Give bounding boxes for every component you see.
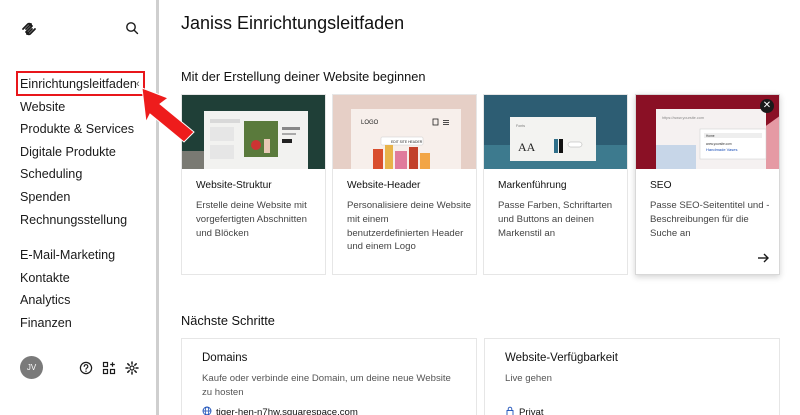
section-title-next: Nächste Schritte	[181, 313, 275, 328]
card-markenfuehrung[interactable]: Fonts AA Markenführung Passe Farben, Sch…	[483, 94, 628, 275]
help-icon[interactable]	[79, 361, 93, 375]
chevron-left-icon[interactable]: ‹	[136, 78, 140, 90]
sidebar-item-kontakte[interactable]: Kontakte	[20, 267, 150, 290]
step-card-domains[interactable]: Domains Kaufe oder verbinde eine Domain,…	[181, 338, 477, 415]
website-structure-illustration	[182, 95, 325, 169]
header-logo-text: LOGO	[361, 120, 379, 126]
sidebar: Einrichtungsleitfaden Website Produkte &…	[0, 0, 157, 415]
settings-icon[interactable]	[125, 361, 139, 375]
sidebar-item-e-mail-marketing[interactable]: E-Mail-Marketing	[20, 244, 150, 267]
sidebar-item-finanzen[interactable]: Finanzen	[20, 312, 150, 335]
step-description: Kaufe oder verbinde eine Domain, um dein…	[202, 373, 451, 398]
card-title: Markenführung	[498, 180, 567, 191]
card-seo[interactable]: https://www.yoursite.com Home www.yoursi…	[635, 94, 780, 275]
apps-icon[interactable]	[102, 361, 116, 375]
seo-illustration: https://www.yoursite.com Home www.yoursi…	[636, 95, 779, 169]
card-description: Erstelle deine Website mit vorgefertigte…	[196, 200, 307, 239]
card-description: Personalisiere deine Website mit einem b…	[347, 200, 472, 253]
sidebar-item-spenden[interactable]: Spenden	[20, 186, 150, 209]
section-title-start: Mit der Erstellung deiner Website beginn…	[181, 69, 426, 84]
search-icon[interactable]	[124, 20, 140, 36]
seo-snippet-url: www.yoursite.com	[706, 142, 732, 146]
sidebar-nav: Einrichtungsleitfaden Website Produkte &…	[20, 73, 150, 335]
close-icon[interactable]: ✕	[760, 99, 774, 113]
fonts-label-text: Fonts	[516, 124, 525, 128]
avatar[interactable]: JV	[20, 356, 43, 379]
seo-search-text: Home	[706, 134, 715, 138]
card-title: Website-Header	[347, 180, 421, 191]
step-description: Live gehen	[505, 373, 552, 384]
nav-separator	[20, 231, 150, 244]
card-description: Passe Farben, Schriftarten und Buttons a…	[498, 200, 613, 239]
lock-icon	[506, 406, 514, 415]
sidebar-item-produkte-services[interactable]: Produkte & Services	[20, 118, 150, 141]
domain-link-text: tiger-hen-n7hw.squarespace.com	[216, 407, 358, 415]
sidebar-item-analytics[interactable]: Analytics	[20, 289, 150, 312]
website-header-illustration: LOGO EDIT SITE HEADER	[333, 95, 476, 169]
globe-icon	[202, 406, 212, 415]
card-website-struktur[interactable]: Website-Struktur Erstelle deine Website …	[181, 94, 326, 275]
card-description: Passe SEO-Seitentitel und -Beschreibunge…	[650, 200, 770, 239]
arrow-right-icon[interactable]	[757, 252, 769, 264]
page-title: Janiss Einrichtungsleitfaden	[181, 13, 405, 33]
branding-illustration: Fonts AA	[484, 95, 627, 169]
aa-sample-text: AA	[518, 140, 536, 154]
step-title: Domains	[202, 352, 248, 364]
step-card-website-verfuegbarkeit[interactable]: Website-Verfügbarkeit Live gehen Privat	[484, 338, 780, 415]
sidebar-item-digitale-produkte[interactable]: Digitale Produkte	[20, 141, 150, 164]
sidebar-item-rechnungsstellung[interactable]: Rechnungsstellung	[20, 209, 150, 232]
sidebar-item-einrichtungsleitfaden[interactable]: Einrichtungsleitfaden	[20, 73, 150, 96]
availability-status[interactable]: Privat	[505, 406, 544, 415]
sidebar-item-scheduling[interactable]: Scheduling	[20, 163, 150, 186]
edit-header-button-text: EDIT SITE HEADER	[391, 140, 423, 144]
card-title: Website-Struktur	[196, 180, 272, 191]
seo-url-text: https://www.yoursite.com	[662, 116, 704, 120]
step-title: Website-Verfügbarkeit	[505, 352, 618, 364]
availability-status-text: Privat	[519, 407, 544, 415]
main-content: Janiss Einrichtungsleitfaden Mit der Ers…	[159, 0, 800, 415]
domain-link[interactable]: tiger-hen-n7hw.squarespace.com	[202, 406, 358, 415]
seo-snippet-title: Handmade Vases	[706, 147, 738, 152]
card-website-header[interactable]: LOGO EDIT SITE HEADER Website-Header Per…	[332, 94, 477, 275]
squarespace-logo-icon[interactable]	[20, 20, 38, 38]
sidebar-item-website[interactable]: Website	[20, 96, 150, 119]
card-title: SEO	[650, 180, 672, 191]
